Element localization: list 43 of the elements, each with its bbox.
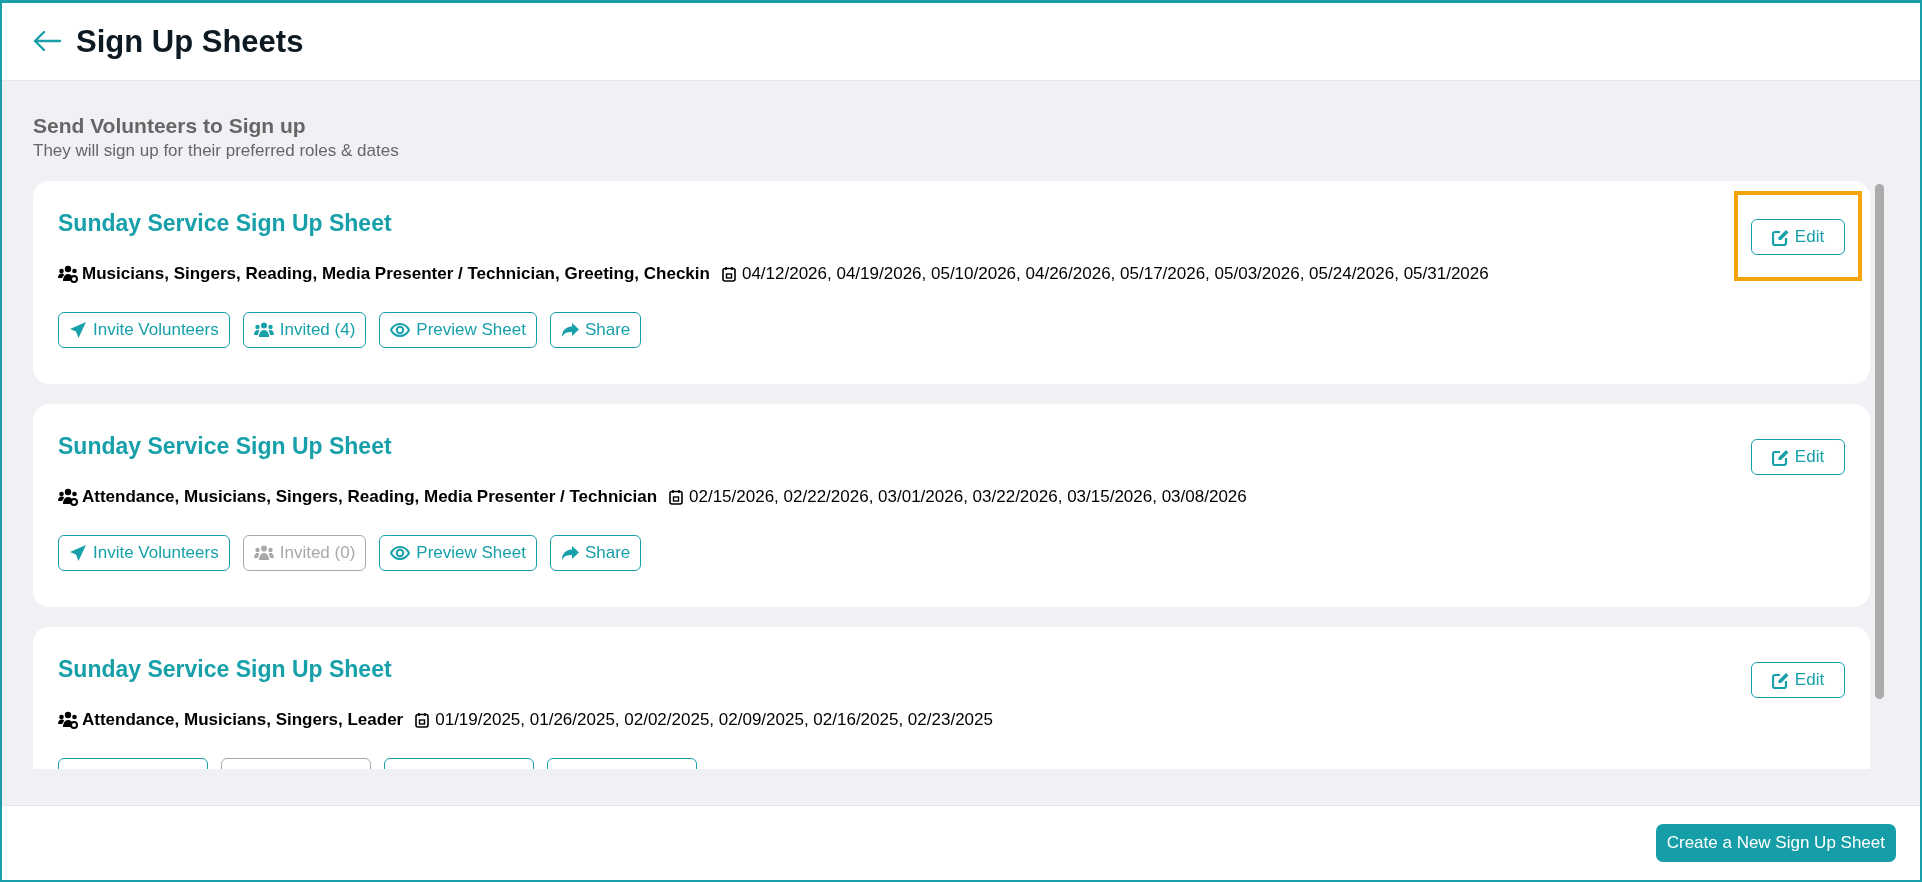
share-arrow-icon	[560, 322, 579, 338]
paper-plane-icon	[69, 544, 87, 562]
edit-icon	[1771, 671, 1789, 689]
share-button[interactable]: Share	[549, 312, 642, 348]
edit-button[interactable]: Edit	[1751, 219, 1845, 255]
roles-text: Attendance, Musicians, Singers, Leader	[82, 710, 404, 730]
preview-sheet-button[interactable]: Preview Sheet	[379, 312, 537, 348]
edit-icon	[1771, 448, 1789, 466]
calendar-icon	[669, 489, 683, 505]
paper-plane-icon	[69, 321, 87, 339]
scrollbar[interactable]	[1875, 184, 1884, 699]
roles-text: Attendance, Musicians, Singers, Reading, Media Presenter / Technician	[82, 487, 657, 507]
eye-icon	[390, 322, 411, 338]
sheet-title: Sunday Service Sign Up Sheet	[58, 433, 393, 460]
people-icon	[253, 545, 274, 561]
edit-button[interactable]: Edit	[1751, 439, 1845, 475]
dates-text: 01/19/2025, 01/26/2025, 02/02/2025, 02/09/2025, 02/16/2025, 02/23/2025	[435, 710, 993, 730]
section-subtitle: They will sign up for their preferred roles & dates	[33, 141, 400, 161]
people-icon	[253, 322, 274, 338]
people-gear-icon	[58, 711, 78, 729]
people-gear-icon	[58, 488, 78, 506]
dates-text: 04/12/2026, 04/19/2026, 05/10/2026, 04/26/2026, 05/17/2026, 05/03/2026, 05/24/2026, 05/31/2026	[741, 264, 1489, 284]
share-button[interactable]: Share	[549, 535, 642, 571]
dates-text: 02/15/2026, 02/22/2026, 03/01/2026, 03/22/2026, 03/15/2026, 03/08/2026	[689, 487, 1247, 507]
back-arrow-icon	[32, 29, 62, 52]
sheet-title: Sunday Service Sign Up Sheet	[58, 210, 393, 237]
back-button[interactable]	[32, 29, 62, 54]
share-arrow-icon	[560, 545, 579, 561]
create-sheet-button[interactable]: Create a New Sign Up Sheet	[1655, 824, 1896, 862]
invite-volunteers-button[interactable]: Invite Volunteers	[58, 535, 230, 571]
invite-volunteers-button[interactable]: Invite Volunteers	[58, 312, 230, 348]
invited-button[interactable]: Invited (4)	[242, 312, 367, 348]
page-title: Sign Up Sheets	[76, 23, 304, 60]
eye-icon	[390, 545, 411, 561]
edit-icon	[1771, 228, 1789, 246]
section-heading: Send Volunteers to Sign up	[33, 114, 307, 138]
calendar-icon	[415, 712, 430, 728]
people-gear-icon	[58, 265, 78, 283]
preview-sheet-button[interactable]: Preview Sheet	[379, 535, 537, 571]
roles-text: Musicians, Singers, Reading, Media Presenter / Technician, Greeting, Checkin	[82, 264, 710, 284]
calendar-icon	[721, 266, 736, 282]
edit-button[interactable]: Edit	[1751, 662, 1845, 698]
sheet-title: Sunday Service Sign Up Sheet	[58, 656, 393, 683]
